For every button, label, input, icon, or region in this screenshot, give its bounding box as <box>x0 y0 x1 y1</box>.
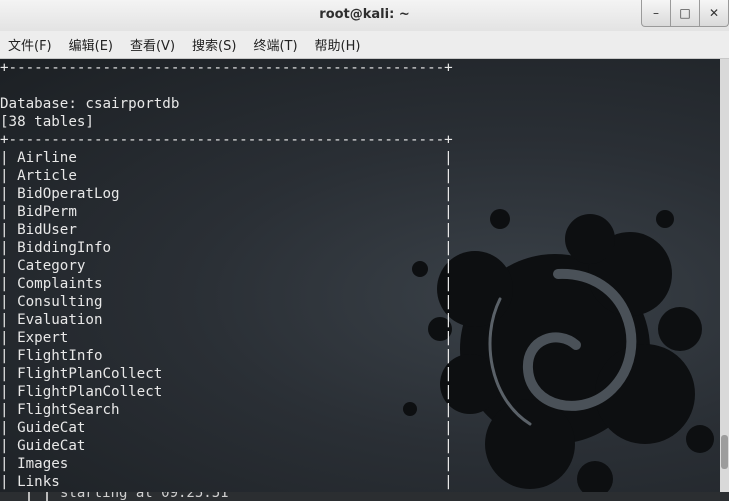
terminal-line: | BidUser | <box>0 222 453 238</box>
terminal-line: | Expert | <box>0 330 453 346</box>
title-bar: root@kali: ~ – □ ✕ <box>0 0 729 32</box>
close-button[interactable]: ✕ <box>699 0 729 27</box>
menu-help[interactable]: 帮助(H) <box>315 35 361 54</box>
terminal-line: | Images | <box>0 456 453 472</box>
terminal-line: | Category | <box>0 258 453 274</box>
terminal-line: | BiddingInfo | <box>0 240 453 256</box>
terminal-line: | Consulting | <box>0 294 453 310</box>
terminal-line: | FlightInfo | <box>0 348 453 364</box>
terminal-line: | Article | <box>0 168 453 184</box>
terminal-line: | FlightPlanCollect | <box>0 366 453 382</box>
scrollbar-thumb[interactable] <box>721 435 728 469</box>
menu-terminal[interactable]: 终端(T) <box>253 35 297 54</box>
terminal-line: +---------------------------------------… <box>0 132 453 148</box>
menu-file[interactable]: 文件(F) <box>8 35 52 54</box>
terminal-line: | FlightSearch | <box>0 402 453 418</box>
terminal-output: +---------------------------------------… <box>0 59 720 491</box>
terminal-line: +---------------------------------------… <box>0 60 453 76</box>
terminal-line: Database: csairportdb <box>0 96 180 112</box>
menu-edit[interactable]: 编辑(E) <box>69 35 113 54</box>
terminal-line: | GuideCat | <box>0 438 453 454</box>
background-window: starting at 09:25:51 <box>0 492 729 501</box>
minimize-button[interactable]: – <box>641 0 671 27</box>
terminal-line: | FlightPlanCollect | <box>0 384 453 400</box>
terminal-line: | BidPerm | <box>0 204 453 220</box>
terminal-line: | GuideCat | <box>0 420 453 436</box>
terminal-scrollbar[interactable] <box>720 59 729 492</box>
window-controls: – □ ✕ <box>641 0 729 28</box>
background-window-text: starting at 09:25:51 <box>60 492 229 501</box>
menu-view[interactable]: 查看(V) <box>130 35 175 54</box>
terminal-line: | BidOperatLog | <box>0 186 453 202</box>
background-window-frame <box>28 492 48 501</box>
terminal-line: [38 tables] <box>0 114 94 130</box>
menu-search[interactable]: 搜索(S) <box>192 35 236 54</box>
menu-bar: 文件(F) 编辑(E) 查看(V) 搜索(S) 终端(T) 帮助(H) <box>0 31 729 59</box>
window-title: root@kali: ~ <box>319 7 410 22</box>
terminal-area[interactable]: +---------------------------------------… <box>0 59 720 492</box>
terminal-line: | Evaluation | <box>0 312 453 328</box>
terminal-line: | Links | <box>0 474 453 490</box>
terminal-line: | Airline | <box>0 150 453 166</box>
maximize-button[interactable]: □ <box>670 0 700 27</box>
terminal-line: | Complaints | <box>0 276 453 292</box>
